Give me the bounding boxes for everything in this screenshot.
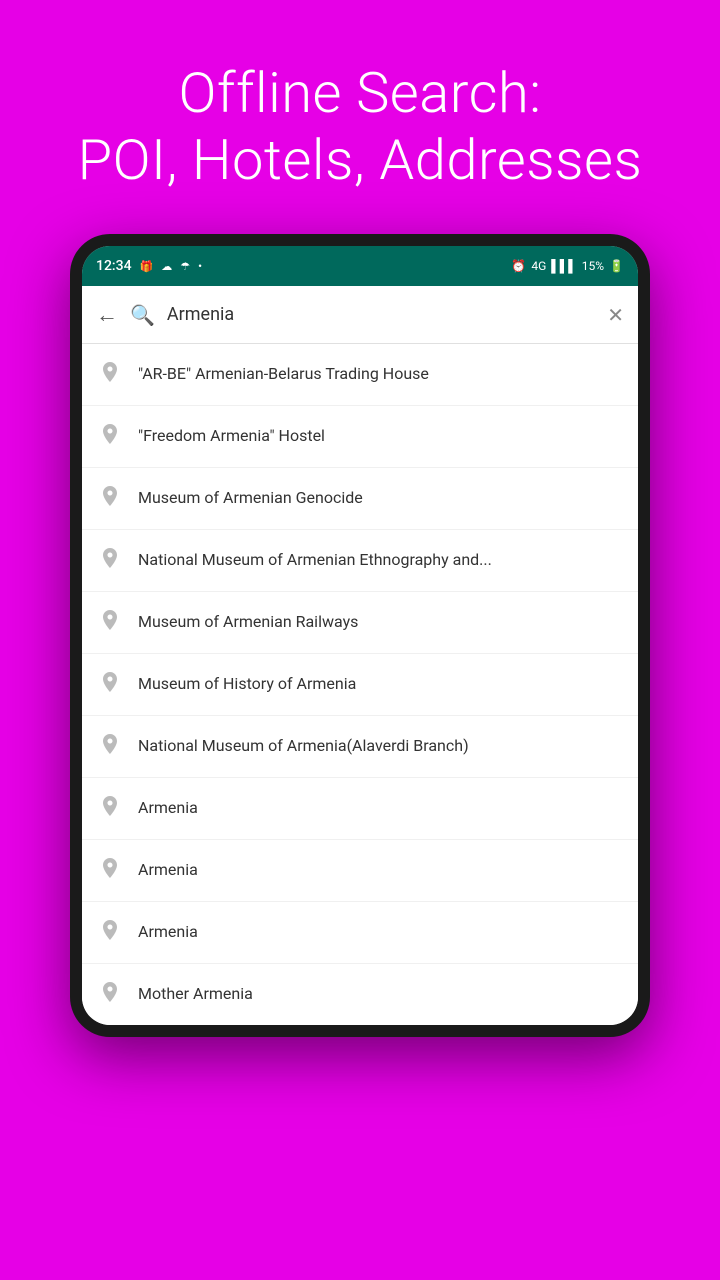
status-indicators: ⏰ 4G ▌▌▌ 15% 🔋 (511, 259, 624, 273)
result-label: Museum of Armenian Genocide (138, 488, 363, 509)
location-pin-icon (98, 486, 122, 511)
result-label: Mother Armenia (138, 984, 253, 1005)
search-icon: 🔍 (130, 303, 155, 327)
result-label: Armenia (138, 798, 198, 819)
alarm-icon: ⏰ (511, 259, 526, 273)
result-item[interactable]: National Museum of Armenia(Alaverdi Bran… (82, 716, 638, 778)
location-pin-icon (98, 610, 122, 635)
result-item[interactable]: "AR-BE" Armenian-Belarus Trading House (82, 344, 638, 406)
result-label: Armenia (138, 922, 198, 943)
result-item[interactable]: Museum of Armenian Railways (82, 592, 638, 654)
status-time: 12:34 🎁 ☁ ☂ • (96, 258, 202, 274)
header-section: Offline Search: POI, Hotels, Addresses (38, 0, 683, 234)
result-label: Museum of History of Armenia (138, 674, 356, 695)
status-bar: 12:34 🎁 ☁ ☂ • ⏰ 4G ▌▌▌ 15% 🔋 (82, 246, 638, 286)
result-label: Museum of Armenian Railways (138, 612, 358, 633)
location-pin-icon (98, 362, 122, 387)
result-item[interactable]: Armenia (82, 902, 638, 964)
signal-icon: ▌▌▌ (551, 259, 577, 273)
wifi-icon: ☂ (180, 260, 190, 273)
result-label: National Museum of Armenian Ethnography … (138, 550, 492, 571)
location-pin-icon (98, 920, 122, 945)
location-pin-icon (98, 672, 122, 697)
page-title: Offline Search: POI, Hotels, Addresses (38, 0, 683, 234)
phone-mockup: 12:34 🎁 ☁ ☂ • ⏰ 4G ▌▌▌ 15% 🔋 ← 🔍 Armenia… (70, 234, 650, 1037)
battery-level: 15% (582, 259, 604, 273)
result-label: "Freedom Armenia" Hostel (138, 426, 325, 447)
search-results-list: "AR-BE" Armenian-Belarus Trading House "… (82, 344, 638, 1025)
result-item[interactable]: National Museum of Armenian Ethnography … (82, 530, 638, 592)
location-pin-icon (98, 424, 122, 449)
back-button[interactable]: ← (96, 302, 118, 328)
battery-icon: 🔋 (609, 259, 624, 273)
result-item[interactable]: Museum of Armenian Genocide (82, 468, 638, 530)
result-label: "AR-BE" Armenian-Belarus Trading House (138, 364, 429, 385)
music-icon: ☁ (161, 260, 172, 273)
clear-button[interactable]: ✕ (607, 303, 624, 327)
dot-icon: • (198, 260, 202, 273)
result-item[interactable]: Mother Armenia (82, 964, 638, 1025)
search-input[interactable]: Armenia (167, 304, 595, 325)
result-item[interactable]: Armenia (82, 778, 638, 840)
gift-icon: 🎁 (140, 260, 154, 273)
location-pin-icon (98, 548, 122, 573)
result-item[interactable]: Armenia (82, 840, 638, 902)
result-item[interactable]: Museum of History of Armenia (82, 654, 638, 716)
network-indicator: 4G (531, 259, 546, 273)
result-label: Armenia (138, 860, 198, 881)
search-bar[interactable]: ← 🔍 Armenia ✕ (82, 286, 638, 344)
result-item[interactable]: "Freedom Armenia" Hostel (82, 406, 638, 468)
result-label: National Museum of Armenia(Alaverdi Bran… (138, 736, 469, 757)
location-pin-icon (98, 796, 122, 821)
location-pin-icon (98, 982, 122, 1007)
location-pin-icon (98, 734, 122, 759)
phone-screen: 12:34 🎁 ☁ ☂ • ⏰ 4G ▌▌▌ 15% 🔋 ← 🔍 Armenia… (82, 246, 638, 1025)
location-pin-icon (98, 858, 122, 883)
